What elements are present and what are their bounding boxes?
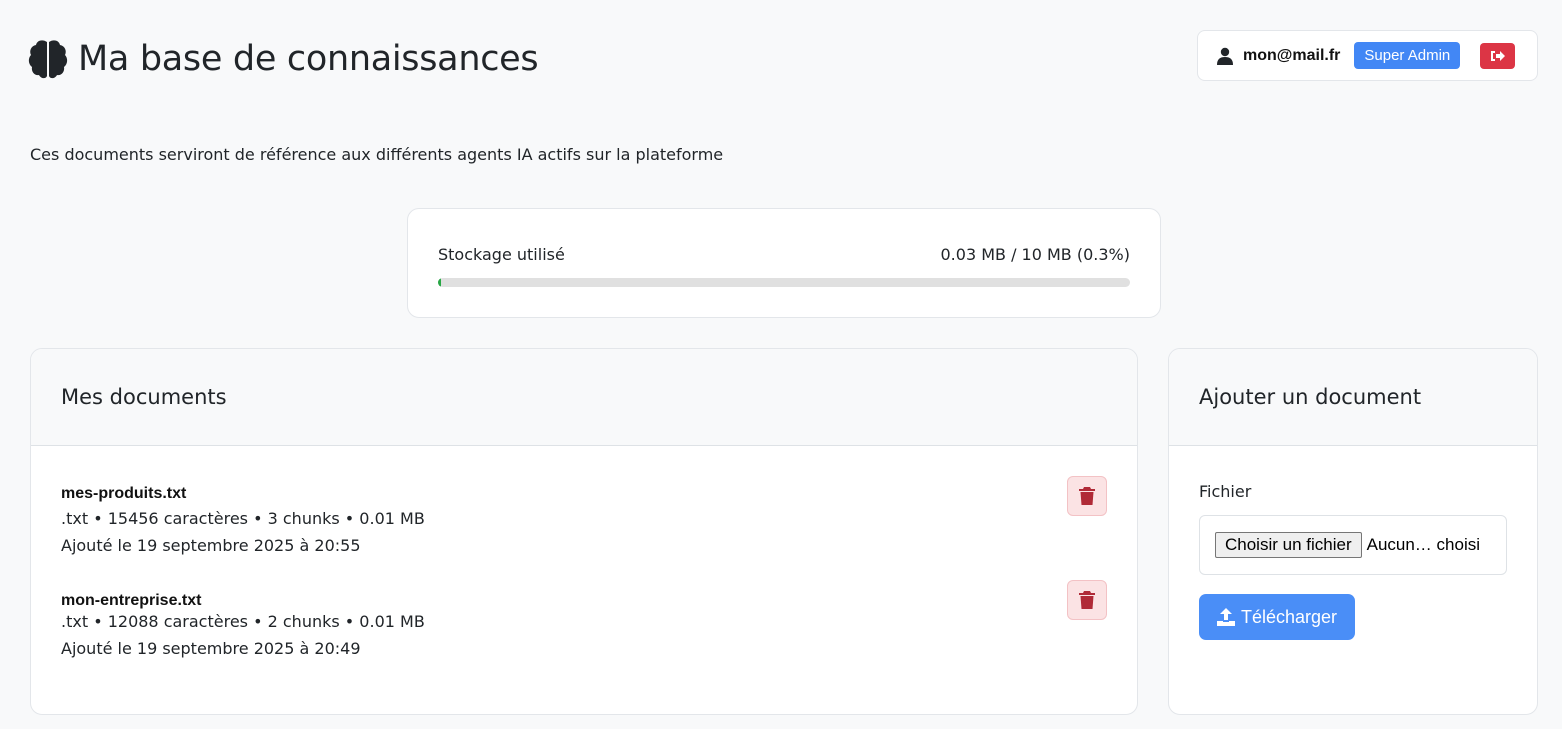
upload-button[interactable]: Télécharger	[1199, 594, 1355, 640]
upload-button-label: Télécharger	[1240, 606, 1338, 627]
document-date: Ajouté le 19 septembre 2025 à 20:49	[61, 639, 361, 658]
trash-icon	[1079, 591, 1095, 609]
document-meta: .txt • 12088 caractères • 2 chunks • 0.0…	[61, 612, 425, 631]
user-email: mon@mail.fr	[1243, 46, 1341, 64]
user-icon	[1217, 47, 1233, 65]
choose-file-button[interactable]: Choisir un fichier	[1215, 532, 1362, 558]
document-item: mes-produits.txt .txt • 15456 caractères…	[61, 485, 425, 555]
document-meta: .txt • 15456 caractères • 3 chunks • 0.0…	[61, 509, 425, 528]
page-title: Ma base de connaissances	[78, 39, 539, 79]
file-field-label: Fichier	[1199, 482, 1252, 501]
upload-icon	[1216, 608, 1235, 626]
storage-progress-fill	[438, 278, 441, 287]
delete-document-button[interactable]	[1067, 580, 1107, 620]
user-panel: mon@mail.fr Super Admin	[1197, 30, 1538, 81]
page-description: Ces documents serviront de référence aux…	[30, 145, 724, 164]
add-document-title: Ajouter un document	[1169, 349, 1537, 446]
role-badge[interactable]: Super Admin	[1354, 42, 1461, 69]
storage-value: 0.03 MB / 10 MB (0.3%)	[940, 245, 1131, 264]
document-item: mon-entreprise.txt .txt • 12088 caractèr…	[61, 592, 425, 658]
document-name: mon-entreprise.txt	[61, 592, 202, 609]
no-file-text: Aucun… choisi	[1366, 535, 1480, 554]
file-input[interactable]: Choisir un fichier Aucun… choisi	[1199, 515, 1507, 575]
documents-card-title: Mes documents	[31, 349, 1137, 446]
brain-icon	[28, 40, 68, 79]
logout-button[interactable]	[1480, 42, 1516, 69]
delete-document-button[interactable]	[1067, 476, 1107, 516]
sign-out-icon	[1490, 50, 1505, 61]
document-name: mes-produits.txt	[61, 485, 187, 502]
storage-card: Stockage utilisé 0.03 MB / 10 MB (0.3%)	[407, 208, 1161, 318]
document-date: Ajouté le 19 septembre 2025 à 20:55	[61, 536, 361, 555]
storage-label: Stockage utilisé	[438, 245, 565, 264]
storage-progress-bar	[438, 278, 1130, 287]
page-header: Ma base de connaissances	[28, 38, 539, 80]
add-document-card: Ajouter un document Fichier Choisir un f…	[1168, 348, 1538, 715]
trash-icon	[1079, 487, 1095, 505]
documents-card: Mes documents mes-produits.txt .txt • 15…	[30, 348, 1138, 715]
